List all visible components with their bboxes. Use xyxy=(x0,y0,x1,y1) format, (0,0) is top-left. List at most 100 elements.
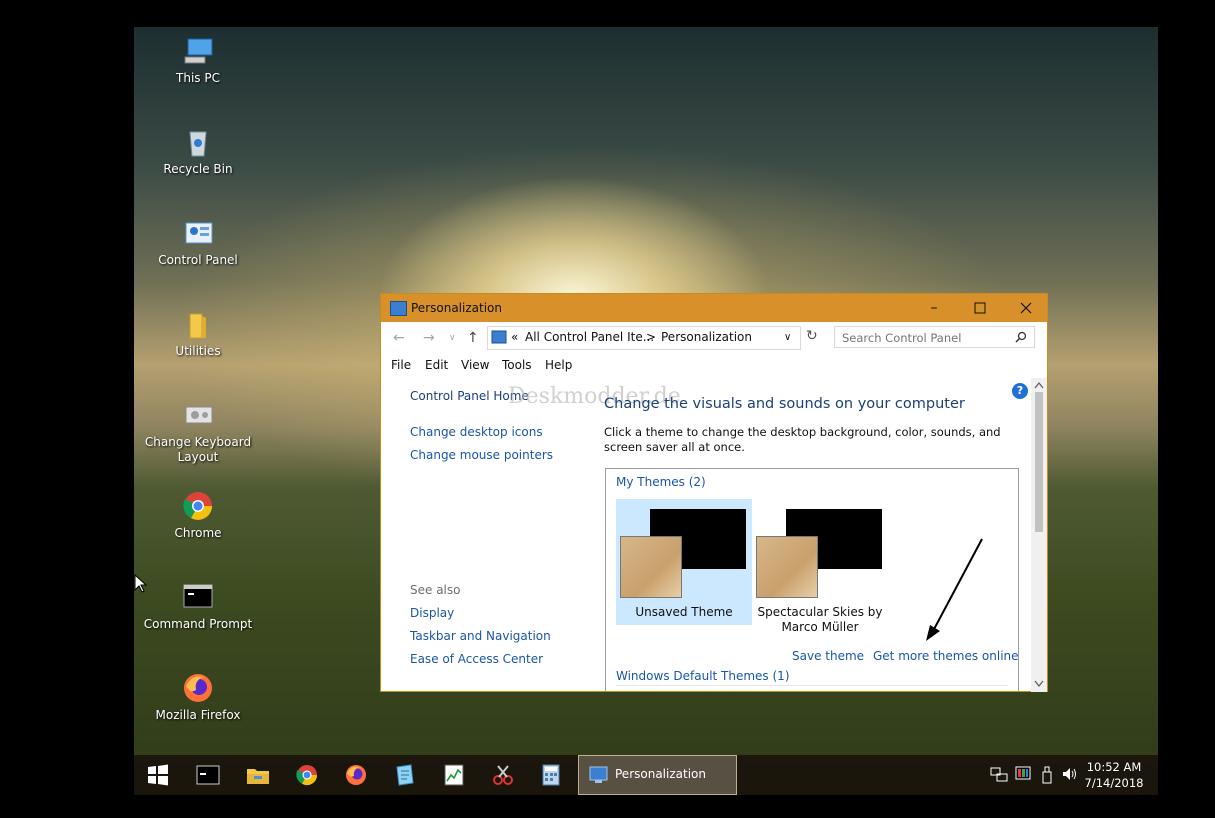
breadcrumb-prefix: « xyxy=(511,330,519,344)
theme-name-unsaved: Unsaved Theme xyxy=(635,605,733,619)
theme-spectacular-skies[interactable]: Spectacular Skies by Marco Müller xyxy=(752,499,888,639)
sidebar-change-desktop-icons[interactable]: Change desktop icons xyxy=(410,425,543,439)
desktop-icon-change-keyboard-layout[interactable]: Change Keyboard Layout xyxy=(142,399,254,465)
desktop-icon-chrome[interactable]: Chrome xyxy=(142,490,254,541)
chrome-icon xyxy=(182,490,214,522)
get-more-themes-online-link[interactable]: Get more themes online xyxy=(873,649,1019,663)
section-divider xyxy=(616,685,1008,686)
display-color-icon[interactable] xyxy=(1015,766,1031,782)
taskbar-file-explorer-icon[interactable] xyxy=(246,763,270,787)
sidebar-change-mouse-pointers[interactable]: Change mouse pointers xyxy=(410,448,553,462)
forward-arrow-icon[interactable]: → xyxy=(423,330,435,346)
desktop-icon-label: Mozilla Firefox xyxy=(155,708,241,722)
windows-default-themes-heading[interactable]: Windows Default Themes (1) xyxy=(616,669,790,683)
desktop-icon-utilities[interactable]: Utilities xyxy=(142,308,254,359)
breadcrumb[interactable]: « All Control Panel Ite... > Personaliza… xyxy=(487,326,818,350)
address-dropdown-chevron-icon[interactable]: ∨ xyxy=(784,332,791,343)
personalization-window: Personalization – ← → ∨ ↑ « All Control … xyxy=(380,293,1048,692)
minimize-button[interactable]: – xyxy=(911,294,957,322)
personalization-app-icon xyxy=(589,766,608,783)
desktop-icon-command-prompt[interactable]: Command Prompt xyxy=(142,581,254,632)
recycle-bin-icon xyxy=(182,126,214,158)
network-icon[interactable] xyxy=(990,767,1008,783)
search-box[interactable] xyxy=(834,326,1035,348)
desktop-icon-label: Recycle Bin xyxy=(163,162,233,176)
search-input[interactable] xyxy=(842,329,1012,347)
breadcrumb-all-control-panel-items[interactable]: All Control Panel Ite... xyxy=(525,330,654,344)
menu-edit[interactable]: Edit xyxy=(425,358,448,372)
taskbar-command-prompt-icon[interactable] xyxy=(196,763,220,787)
taskbar-snipping-tool-icon[interactable] xyxy=(491,763,515,787)
see-also-ease-of-access-center[interactable]: Ease of Access Center xyxy=(410,652,543,666)
taskbar-calculator-icon[interactable] xyxy=(539,763,563,787)
control-panel-breadcrumb-icon xyxy=(491,330,507,344)
menu-file[interactable]: File xyxy=(391,358,411,372)
scrollbar-thumb[interactable] xyxy=(1035,392,1043,532)
up-arrow-icon[interactable]: ↑ xyxy=(467,330,479,346)
menu-view[interactable]: View xyxy=(461,358,489,372)
search-icon[interactable] xyxy=(1015,331,1027,343)
menu-bar: File Edit View Tools Help xyxy=(381,354,1047,376)
desktop-icon-label: This PC xyxy=(176,71,220,85)
command-prompt-icon xyxy=(182,581,214,613)
desktop-icon-label: Utilities xyxy=(175,344,221,358)
breadcrumb-separator: > xyxy=(646,330,657,344)
themes-list: My Themes (2) Unsaved Theme Spectacular … xyxy=(605,468,1019,692)
theme-name-spectacular-skies: Spectacular Skies by Marco Müller xyxy=(757,605,883,634)
computer-icon xyxy=(182,35,214,67)
desktop-icon-this-pc[interactable]: This PC xyxy=(142,35,254,86)
desktop-icon-mozilla-firefox[interactable]: Mozilla Firefox xyxy=(142,672,254,723)
help-icon[interactable]: ? xyxy=(1012,383,1028,399)
see-also-display[interactable]: Display xyxy=(410,606,454,620)
close-icon xyxy=(1020,302,1032,314)
title-bar[interactable]: Personalization – xyxy=(381,294,1047,322)
taskbar-chrome-icon[interactable] xyxy=(295,763,319,787)
close-button[interactable] xyxy=(1003,294,1049,322)
menu-tools[interactable]: Tools xyxy=(502,358,532,372)
start-windows-icon[interactable] xyxy=(146,763,170,787)
scroll-up-icon[interactable] xyxy=(1034,381,1044,389)
keyboard-settings-icon xyxy=(182,399,214,431)
address-bar: ← → ∨ ↑ « All Control Panel Ite... > Per… xyxy=(381,322,1047,354)
firefox-icon xyxy=(182,672,214,704)
my-themes-heading[interactable]: My Themes (2) xyxy=(616,475,706,489)
content-area: Control Panel Home Change desktop icons … xyxy=(381,378,1031,692)
taskbar-active-label: Personalization xyxy=(615,767,706,781)
clock[interactable]: 10:52 AM 7/14/2018 xyxy=(1084,759,1144,791)
taskbar-notepad-icon[interactable] xyxy=(392,763,416,787)
page-description: Click a theme to change the desktop back… xyxy=(604,425,1001,454)
volume-icon[interactable] xyxy=(1061,766,1079,782)
see-also-heading: See also xyxy=(410,583,461,597)
taskbar: Personalization 10:52 AM 7/14/2018 xyxy=(134,755,1158,795)
usb-device-icon[interactable] xyxy=(1041,766,1053,784)
scroll-down-icon[interactable] xyxy=(1034,680,1044,688)
back-arrow-icon[interactable]: ← xyxy=(393,330,405,346)
desktop-icon-label: Change Keyboard Layout xyxy=(144,435,252,464)
breadcrumb-personalization[interactable]: Personalization xyxy=(661,330,752,344)
refresh-icon[interactable]: ↻ xyxy=(806,328,818,344)
personalization-app-icon xyxy=(390,301,407,316)
recent-locations-chevron-icon[interactable]: ∨ xyxy=(449,333,456,343)
maximize-button[interactable] xyxy=(957,294,1003,322)
desktop-icon-label: Chrome xyxy=(174,526,222,540)
page-heading: Change the visuals and sounds on your co… xyxy=(604,396,965,412)
desktop-icon-label: Control Panel xyxy=(158,253,238,267)
mouse-cursor-icon xyxy=(134,574,148,593)
desktop-icon-label: Command Prompt xyxy=(143,617,253,631)
vertical-scrollbar[interactable] xyxy=(1031,378,1047,692)
taskbar-firefox-icon[interactable] xyxy=(344,763,368,787)
control-panel-icon xyxy=(182,217,214,249)
save-theme-link[interactable]: Save theme xyxy=(792,649,864,663)
taskbar-task-manager-icon[interactable] xyxy=(442,763,466,787)
window-title: Personalization xyxy=(411,301,502,315)
taskbar-personalization-button[interactable]: Personalization xyxy=(578,755,737,795)
see-also-taskbar-and-navigation[interactable]: Taskbar and Navigation xyxy=(410,629,551,643)
clock-time: 10:52 AM xyxy=(1086,760,1142,774)
desktop-icon-recycle-bin[interactable]: Recycle Bin xyxy=(142,126,254,177)
menu-help[interactable]: Help xyxy=(545,358,572,372)
folder-icon xyxy=(182,308,214,340)
theme-unsaved-selected[interactable]: Unsaved Theme xyxy=(616,499,752,625)
clock-date: 7/14/2018 xyxy=(1084,776,1144,790)
desktop-icon-control-panel[interactable]: Control Panel xyxy=(142,217,254,268)
desktop: This PC Recycle Bin Control Panel Utilit… xyxy=(134,27,1158,795)
